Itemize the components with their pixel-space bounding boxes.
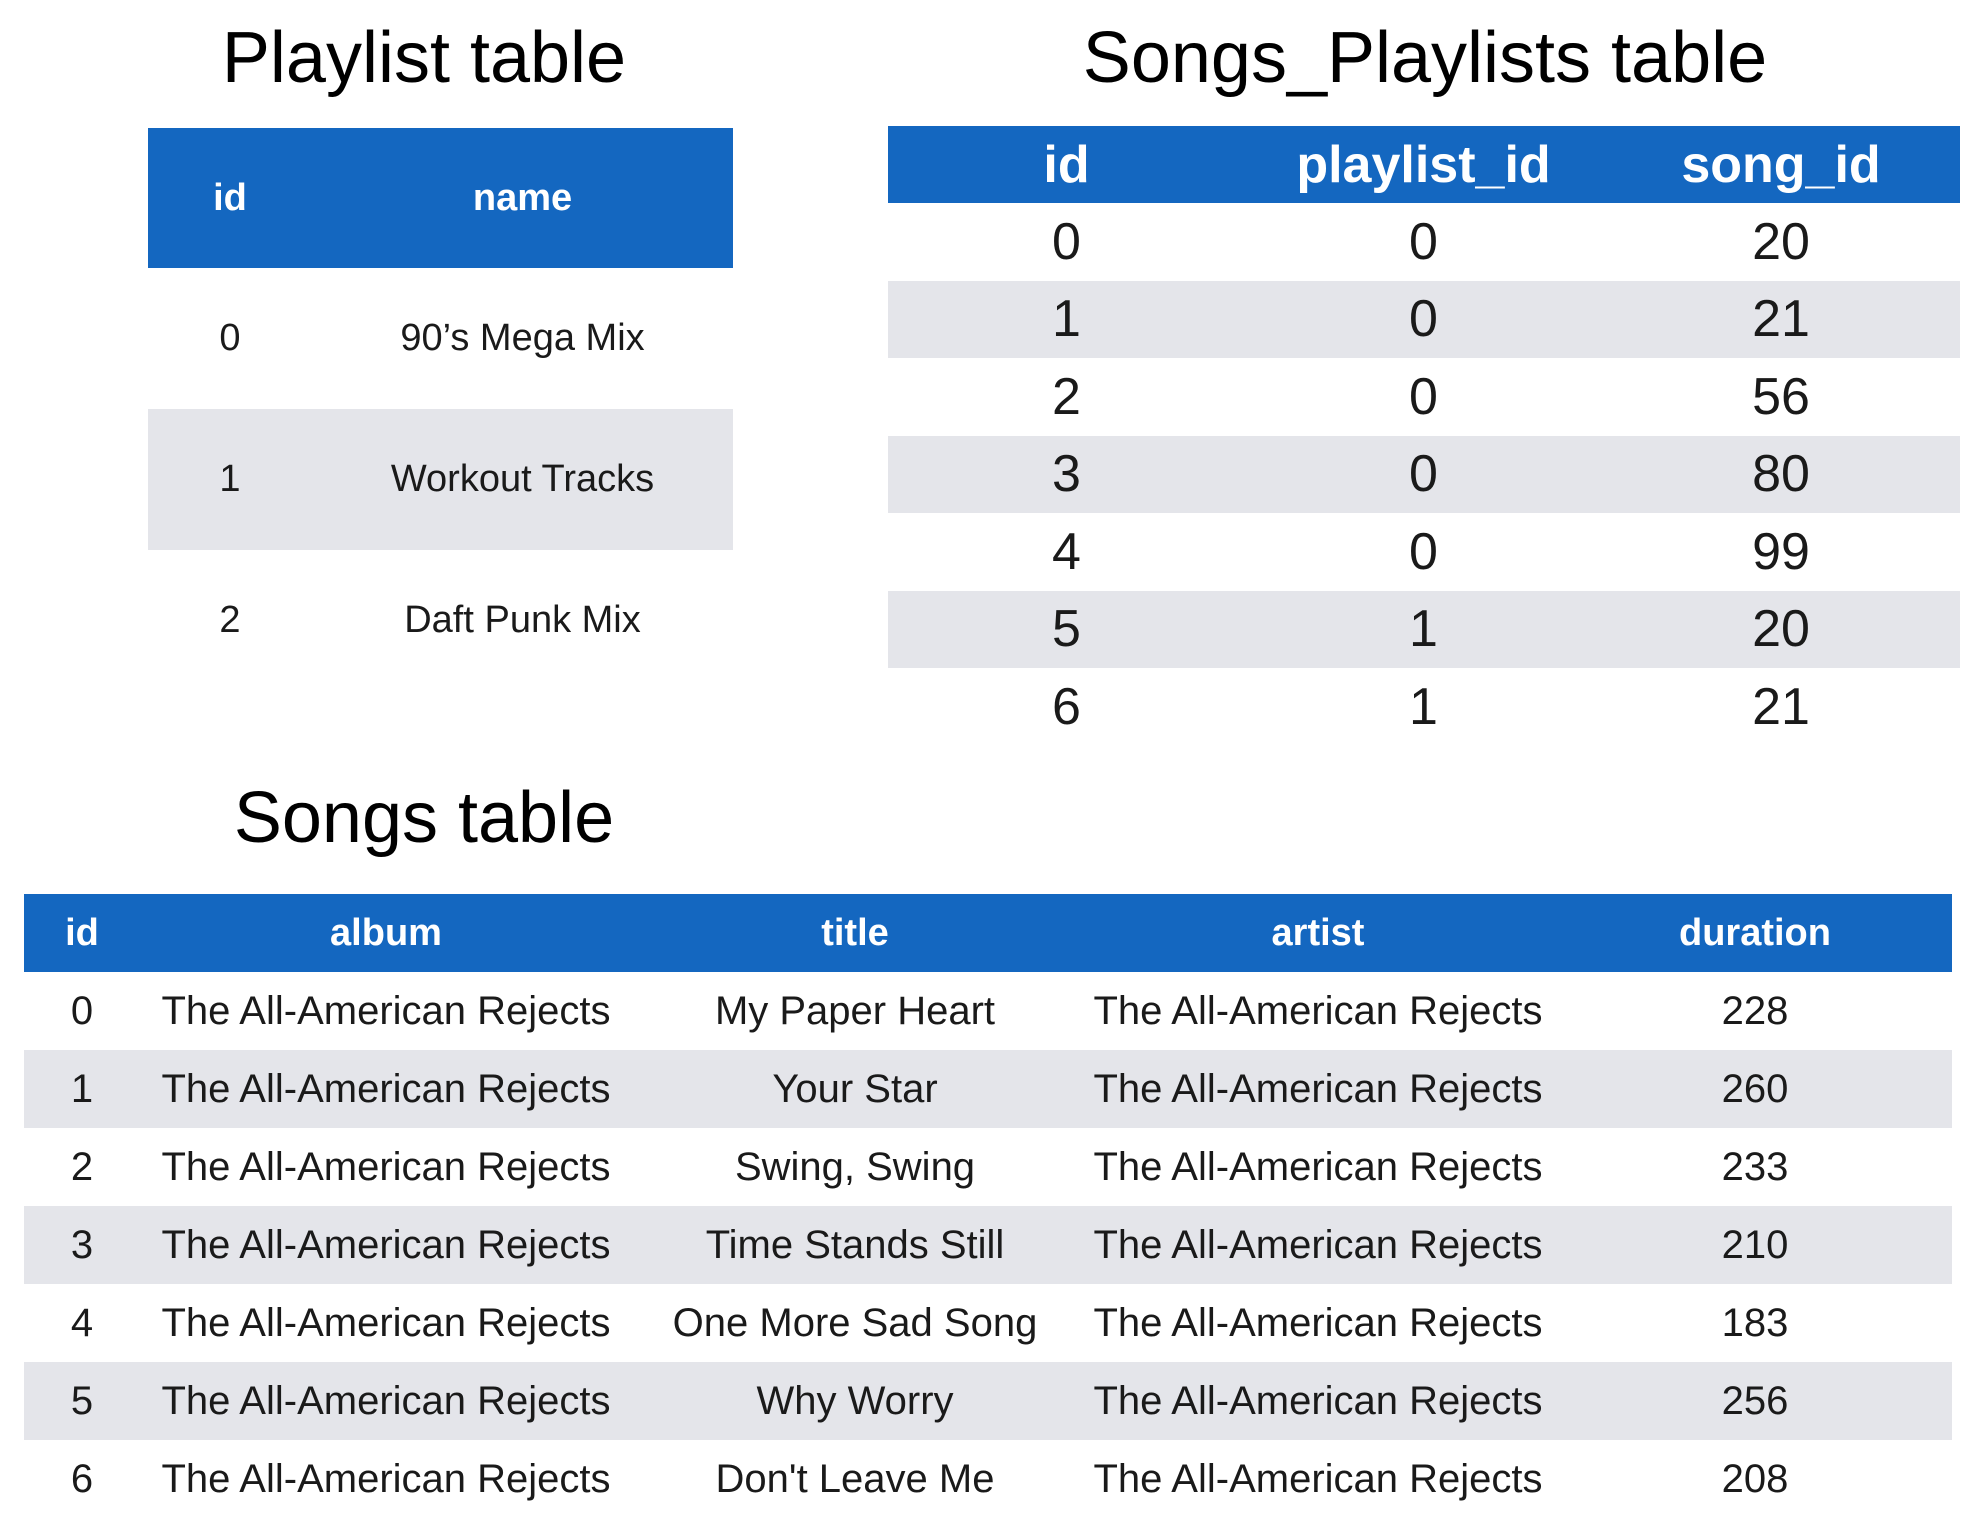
cell-playlist-id: 0 (1409, 445, 1438, 504)
cell-artist: The All-American Rejects (1093, 1378, 1543, 1423)
table-row: 0 The All-American Rejects My Paper Hear… (24, 972, 1952, 1050)
cell-title: My Paper Heart (714, 988, 996, 1033)
column-header-title: title (821, 911, 889, 954)
cell-name: Workout Tracks (390, 458, 655, 500)
cell-id: 6 (70, 1456, 94, 1501)
column-header-playlist-id: playlist_id (1296, 135, 1551, 194)
table-row: 0 90’s Mega Mix (148, 268, 733, 409)
cell-name: Daft Punk Mix (404, 599, 641, 641)
table-header-row: id album title artist duration (24, 894, 1952, 972)
table-row: 2 Daft Punk Mix (148, 550, 733, 691)
cell-duration: 208 (1721, 1456, 1789, 1501)
table-row: 2 The All-American Rejects Swing, Swing … (24, 1128, 1952, 1206)
playlist-table-title: Playlist table (221, 18, 627, 98)
cell-title: Your Star (772, 1066, 938, 1111)
table-row: 0 0 20 (888, 203, 1960, 281)
cell-album: The All-American Rejects (161, 1144, 611, 1189)
cell-duration: 256 (1721, 1378, 1789, 1423)
table-row: 3 The All-American Rejects Time Stands S… (24, 1206, 1952, 1284)
playlist-table: id name 0 90’s Mega Mix 1 Workout Tracks… (148, 128, 733, 691)
cell-artist: The All-American Rejects (1093, 1222, 1543, 1267)
table-row: 4 0 99 (888, 513, 1960, 591)
cell-id: 1 (219, 458, 241, 500)
cell-id: 4 (70, 1300, 94, 1345)
cell-playlist-id: 0 (1409, 212, 1438, 271)
cell-id: 1 (1052, 290, 1081, 349)
table-row: 5 The All-American Rejects Why Worry The… (24, 1362, 1952, 1440)
cell-album: The All-American Rejects (161, 1066, 611, 1111)
cell-title: Time Stands Still (705, 1222, 1005, 1267)
cell-title: Swing, Swing (734, 1144, 976, 1189)
cell-duration: 228 (1721, 988, 1789, 1033)
cell-song-id: 80 (1752, 445, 1810, 504)
cell-id: 5 (1052, 600, 1081, 659)
cell-artist: The All-American Rejects (1093, 988, 1543, 1033)
table-row: 1 The All-American Rejects Your Star The… (24, 1050, 1952, 1128)
cell-artist: The All-American Rejects (1093, 1456, 1543, 1501)
songs-playlists-table-title: Songs_Playlists table (1082, 18, 1768, 98)
table-header-row: id playlist_id song_id (888, 126, 1960, 203)
cell-duration: 210 (1721, 1222, 1789, 1267)
cell-album: The All-American Rejects (161, 1222, 611, 1267)
table-row: 1 Workout Tracks (148, 409, 733, 550)
cell-album: The All-American Rejects (161, 1300, 611, 1345)
table-row: 1 0 21 (888, 280, 1960, 358)
column-header-artist: artist (1271, 911, 1365, 954)
column-header-duration: duration (1679, 911, 1831, 954)
table-row: 6 The All-American Rejects Don't Leave M… (24, 1440, 1952, 1518)
column-header-name: name (472, 176, 573, 219)
table-row: 2 0 56 (888, 358, 1960, 436)
table-row: 4 The All-American Rejects One More Sad … (24, 1284, 1952, 1362)
songs-playlists-table: id playlist_id song_id 0 0 20 1 0 21 2 0… (888, 126, 1960, 746)
cell-playlist-id: 0 (1409, 522, 1438, 581)
songs-table: id album title artist duration 0 The All… (24, 894, 1952, 1518)
cell-artist: The All-American Rejects (1093, 1066, 1543, 1111)
cell-song-id: 56 (1752, 367, 1810, 426)
cell-id: 2 (70, 1144, 94, 1189)
cell-album: The All-American Rejects (161, 988, 611, 1033)
cell-song-id: 21 (1752, 290, 1810, 349)
cell-playlist-id: 1 (1409, 600, 1438, 659)
cell-album: The All-American Rejects (161, 1378, 611, 1423)
cell-duration: 260 (1721, 1066, 1789, 1111)
column-header-album: album (330, 911, 442, 954)
cell-album: The All-American Rejects (161, 1456, 611, 1501)
cell-id: 5 (70, 1378, 94, 1423)
cell-id: 4 (1052, 522, 1081, 581)
cell-title: Don't Leave Me (715, 1456, 995, 1501)
cell-playlist-id: 1 (1409, 677, 1438, 736)
cell-id: 6 (1052, 677, 1081, 736)
column-header-song-id: song_id (1681, 135, 1881, 194)
cell-duration: 183 (1721, 1300, 1789, 1345)
cell-title: One More Sad Song (672, 1300, 1038, 1345)
cell-id: 0 (219, 317, 241, 359)
cell-name: 90’s Mega Mix (400, 317, 645, 359)
cell-id: 3 (70, 1222, 94, 1267)
cell-playlist-id: 0 (1409, 290, 1438, 349)
cell-id: 3 (1052, 445, 1081, 504)
cell-id: 1 (70, 1066, 94, 1111)
cell-duration: 233 (1721, 1144, 1789, 1189)
cell-song-id: 20 (1752, 600, 1810, 659)
cell-artist: The All-American Rejects (1093, 1144, 1543, 1189)
column-header-id: id (1043, 135, 1090, 194)
cell-id: 2 (1052, 367, 1081, 426)
songs-table-title: Songs table (233, 778, 615, 858)
table-row: 5 1 20 (888, 590, 1960, 668)
column-header-id: id (213, 176, 247, 219)
cell-song-id: 20 (1752, 212, 1810, 271)
cell-id: 0 (70, 988, 94, 1033)
table-row: 6 1 21 (888, 668, 1960, 746)
table-row: 3 0 80 (888, 435, 1960, 513)
table-header-row: id name (148, 128, 733, 268)
column-header-id: id (65, 911, 99, 954)
cell-id: 2 (219, 599, 241, 641)
cell-id: 0 (1052, 212, 1081, 271)
cell-song-id: 21 (1752, 677, 1810, 736)
cell-title: Why Worry (756, 1378, 954, 1423)
cell-artist: The All-American Rejects (1093, 1300, 1543, 1345)
cell-playlist-id: 0 (1409, 367, 1438, 426)
cell-song-id: 99 (1752, 522, 1810, 581)
